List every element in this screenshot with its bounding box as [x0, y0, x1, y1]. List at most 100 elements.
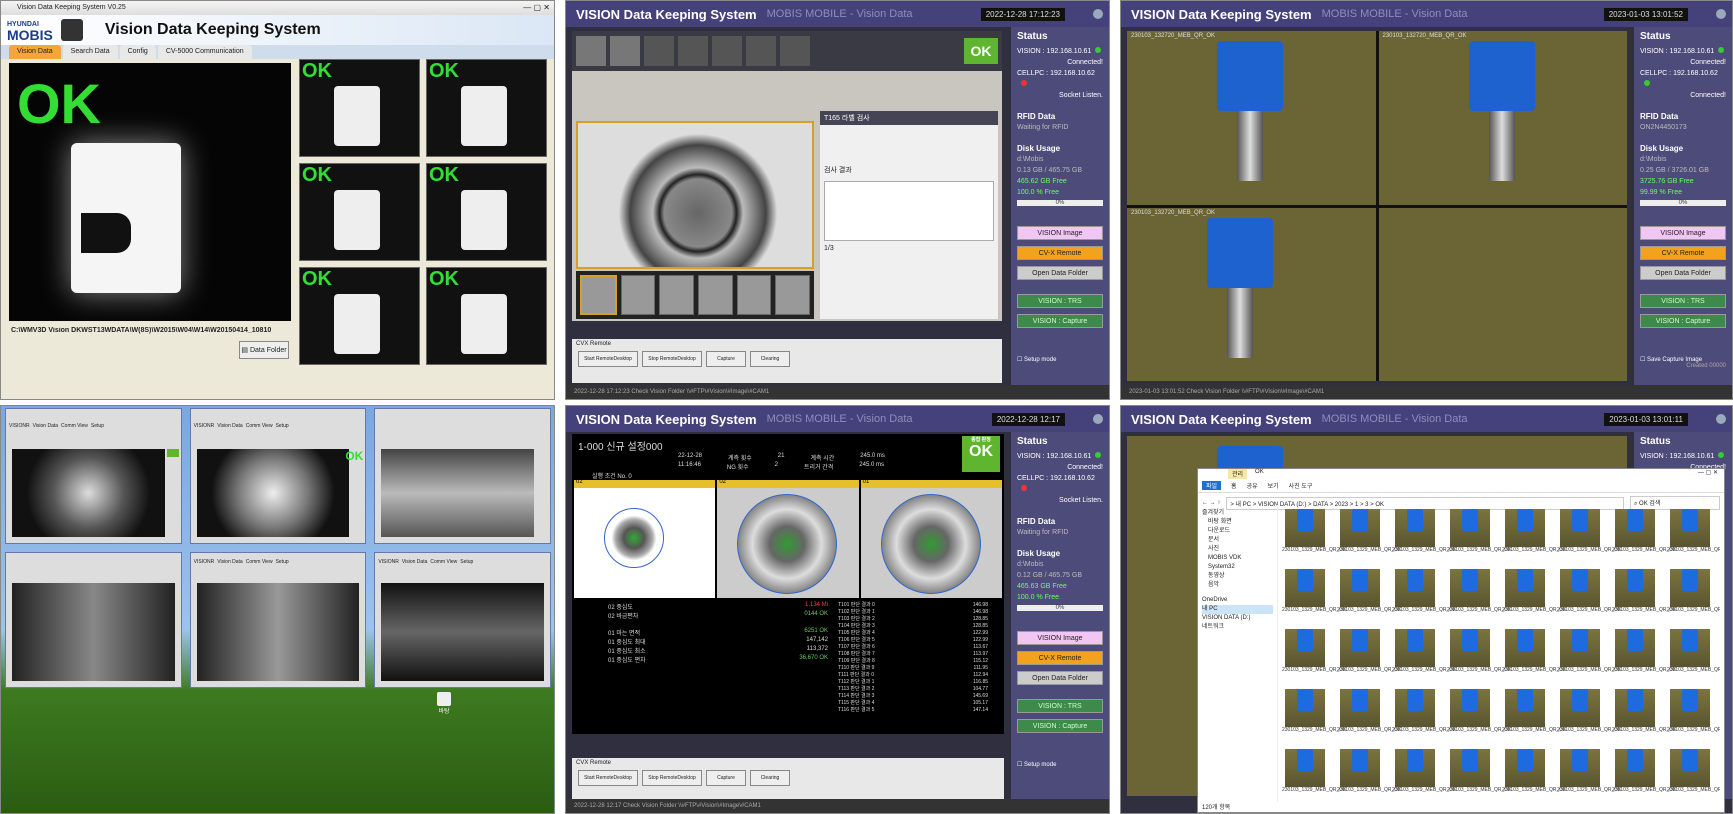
ribbon-tab-home[interactable]: 홈 [1231, 481, 1237, 490]
vision-trs-button[interactable]: VISION : TRS [1017, 294, 1103, 308]
vision-trs-button[interactable]: VISION : TRS [1017, 699, 1103, 713]
capture-button[interactable]: Capture [706, 351, 746, 367]
mini-tab[interactable]: VISIONR [9, 423, 30, 429]
file-item[interactable]: 230103_1329_MEB_QR_OK [1502, 749, 1567, 800]
file-item[interactable]: 230103_1329_MEB_QR_OK [1392, 629, 1457, 685]
tree-item[interactable]: OneDrive [1202, 596, 1273, 605]
ribbon-tab-file[interactable]: 파일 [1202, 481, 1222, 490]
close-icon[interactable] [1716, 414, 1726, 424]
tool-thumb[interactable] [678, 36, 708, 66]
file-item[interactable]: 230103_1329_MEB_QR_OK [1667, 749, 1720, 800]
file-item[interactable]: 230103_1329_MEB_QR_OK [1337, 569, 1402, 625]
vision-image-button[interactable]: VISION Image [1017, 631, 1103, 645]
clearing-button[interactable]: Clearing [750, 770, 790, 786]
file-item[interactable]: 230103_1329_MEB_QR_OK [1667, 509, 1720, 565]
file-item[interactable]: 230103_1329_MEB_QR_OK [1337, 509, 1402, 565]
file-item[interactable]: 230103_1329_MEB_QR_OK [1447, 749, 1512, 800]
address-bar[interactable]: > 내 PC > VISION DATA (D:) > DATA > 2023 … [1226, 496, 1624, 510]
file-item[interactable]: 230103_1329_MEB_QR_OK [1502, 569, 1567, 625]
setup-mode-check[interactable]: ☐ Setup mode [1017, 356, 1103, 363]
tab-search-data[interactable]: Search Data [62, 45, 118, 59]
desktop-icon[interactable]: 바탕 [429, 692, 459, 715]
tree-item[interactable]: 네트워크 [1202, 623, 1273, 632]
strip-thumb[interactable] [620, 275, 656, 315]
open-data-folder-button[interactable]: Open Data Folder [1017, 266, 1103, 280]
close-icon[interactable] [1716, 9, 1726, 19]
manage-tab[interactable]: 관리 [1228, 469, 1248, 479]
capture-button[interactable]: Capture [706, 770, 746, 786]
file-item[interactable]: 230103_1329_MEB_QR_OK [1612, 689, 1677, 745]
mini-tab[interactable]: Setup [460, 559, 473, 565]
file-item[interactable]: 230103_1329_MEB_QR_OK [1447, 509, 1512, 565]
strip-thumb[interactable] [698, 275, 733, 315]
open-data-folder-button[interactable]: Open Data Folder [1640, 266, 1726, 280]
file-item[interactable]: 230103_1329_MEB_QR_OK [1337, 749, 1402, 800]
mini-tab[interactable]: VISIONR [378, 559, 399, 565]
vision-trs-button[interactable]: VISION : TRS [1640, 294, 1726, 308]
file-item[interactable]: 230103_1329_MEB_QR_OK [1392, 749, 1457, 800]
mini-tab[interactable]: Setup [276, 559, 289, 565]
mini-tab[interactable]: Setup [91, 423, 104, 429]
start-remote-button[interactable]: Start RemoteDesktop [578, 770, 638, 786]
ribbon-tab-share[interactable]: 공유 [1247, 481, 1258, 490]
vision-image-button[interactable]: VISION Image [1640, 226, 1726, 240]
mini-tab[interactable]: Setup [276, 423, 289, 429]
thumb-1[interactable]: OK [299, 59, 420, 157]
tree-item[interactable]: VISION DATA (D:) [1202, 614, 1273, 623]
cvx-remote-button[interactable]: CV-X Remote [1017, 246, 1103, 260]
tool-thumb[interactable] [576, 36, 606, 66]
mini-tab[interactable]: Vision Data [217, 423, 242, 429]
mini-tab[interactable]: Vision Data [33, 423, 58, 429]
mini-tab[interactable]: Vision Data [402, 559, 427, 565]
data-folder-button[interactable]: ▤ Data Folder [239, 341, 289, 359]
thumb-3[interactable]: OK [299, 163, 420, 261]
tree-item[interactable]: System32 [1202, 563, 1273, 572]
file-item[interactable]: 230103_1329_MEB_QR_OK [1282, 569, 1347, 625]
tree-item[interactable]: 즐겨찾기 [1202, 509, 1273, 518]
camera-image[interactable]: 230103_132720_MEB_QR_OK [1378, 31, 1627, 205]
file-item[interactable]: 230103_1329_MEB_QR_OK [1557, 689, 1622, 745]
strip-thumb[interactable] [775, 275, 811, 315]
tree-item[interactable]: 문서 [1202, 536, 1273, 545]
file-item[interactable]: 230103_1329_MEB_QR_OK [1612, 569, 1677, 625]
tree-item[interactable]: 음악 [1202, 581, 1273, 590]
start-remote-button[interactable]: Start RemoteDesktop [578, 351, 638, 367]
tree-item[interactable]: 다운로드 [1202, 527, 1273, 536]
thumb-2[interactable]: OK [426, 59, 547, 157]
file-item[interactable]: 230103_1329_MEB_QR_OK [1612, 749, 1677, 800]
file-item[interactable]: 230103_1329_MEB_QR_OK [1392, 689, 1457, 745]
ribbon-tab-view[interactable]: 보기 [1268, 481, 1279, 490]
vision-capture-button[interactable]: VISION : Capture [1640, 314, 1726, 328]
close-icon[interactable] [1093, 414, 1103, 424]
cvx-remote-button[interactable]: CV-X Remote [1640, 246, 1726, 260]
thumb-6[interactable]: OK [426, 267, 547, 365]
file-item[interactable]: 230103_1329_MEB_QR_OK [1282, 509, 1347, 565]
open-data-folder-button[interactable]: Open Data Folder [1017, 671, 1103, 685]
file-item[interactable]: 230103_1329_MEB_QR_OK [1282, 629, 1347, 685]
file-item[interactable]: 230103_1329_MEB_QR_OK [1557, 629, 1622, 685]
tool-thumb[interactable] [644, 36, 674, 66]
thumb-4[interactable]: OK [426, 163, 547, 261]
save-capture-check[interactable]: ☐ Save Capture Image [1640, 356, 1726, 363]
ribbon-tab-picture[interactable]: 사진 도구 [1289, 481, 1313, 490]
tool-thumb[interactable] [712, 36, 742, 66]
thumb-5[interactable]: OK [299, 267, 420, 365]
file-item[interactable]: 230103_1329_MEB_QR_OK [1502, 689, 1567, 745]
file-item[interactable]: 230103_1329_MEB_QR_OK [1502, 629, 1567, 685]
mini-tab[interactable]: VISIONR [194, 559, 215, 565]
mini-window[interactable]: VISIONR Vision Data Comm View Setup [5, 408, 182, 544]
file-item[interactable]: 230103_1329_MEB_QR_OK [1667, 689, 1720, 745]
window-controls[interactable]: — ▢ ✕ [523, 1, 550, 15]
file-item[interactable]: 230103_1329_MEB_QR_OK [1557, 569, 1622, 625]
file-item[interactable]: 230103_1329_MEB_QR_OK [1392, 569, 1457, 625]
file-item[interactable]: 230103_1329_MEB_QR_OK [1337, 689, 1402, 745]
camera-image[interactable]: 230103_132720_MEB_QR_OK [1127, 31, 1376, 205]
vision-capture-button[interactable]: VISION : Capture [1017, 719, 1103, 733]
window-controls[interactable]: — ▢ ✕ [1698, 469, 1718, 479]
camera-image[interactable]: 230103_132720_MEB_QR_OK [1127, 207, 1376, 381]
tree-item[interactable]: 사진 [1202, 545, 1273, 554]
mini-window[interactable]: VISIONR Vision Data Comm View Setup OK [189, 408, 367, 544]
file-item[interactable]: 230103_1329_MEB_QR_OK [1557, 749, 1622, 800]
search-box[interactable]: ⌕ OK 검색 [1630, 496, 1720, 510]
tree-item[interactable]: 동영상 [1202, 572, 1273, 581]
